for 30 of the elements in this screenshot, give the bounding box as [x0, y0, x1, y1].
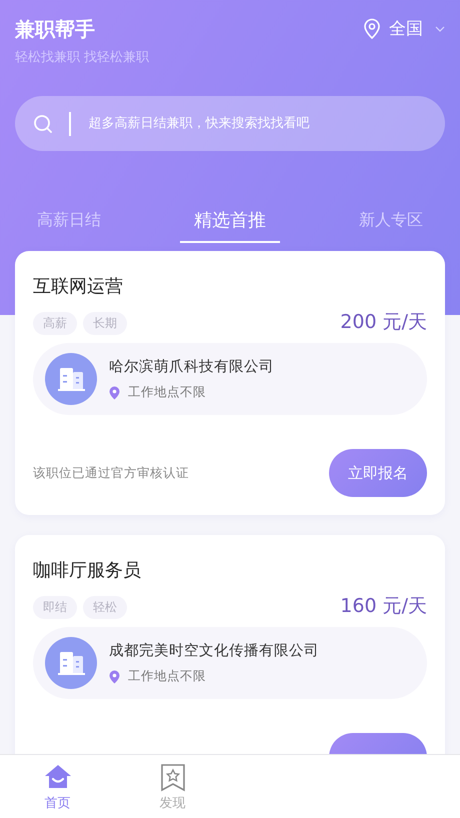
- location-pin-icon: [363, 18, 381, 40]
- category-tab[interactable]: 高薪日结: [23, 189, 115, 243]
- search-icon: [33, 114, 53, 134]
- job-tag: 高薪: [33, 312, 77, 335]
- company-name: 哈尔滨萌爪科技有限公司: [109, 358, 274, 376]
- building-icon: [45, 353, 97, 405]
- nav-tab[interactable]: 发现: [115, 755, 230, 818]
- pay-rate: 200 元/天: [340, 310, 427, 335]
- verified-note: 该职位已通过官方审核认证: [33, 464, 189, 482]
- search-field[interactable]: 超多高薪日结兼职，快来搜索找找看吧: [86, 115, 427, 132]
- app-title: 兼职帮手: [15, 16, 96, 42]
- category-tab[interactable]: 新人专区: [345, 189, 437, 243]
- pay-rate: 160 元/天: [340, 594, 427, 619]
- category-tab[interactable]: 精选首推: [180, 189, 280, 243]
- company-name: 成都完美时空文化传播有限公司: [109, 642, 319, 660]
- job-tag: 即结: [33, 596, 77, 619]
- job-tag: 轻松: [83, 596, 127, 619]
- location-selector[interactable]: 全国: [363, 17, 445, 40]
- job-title: 咖啡厅服务员: [33, 559, 142, 583]
- location-pin-icon: [109, 670, 120, 684]
- location-pin-icon: [109, 386, 120, 400]
- job-title: 互联网运营: [33, 275, 124, 299]
- apply-button[interactable]: 立即报名: [329, 449, 427, 497]
- nav-tab[interactable]: 首页: [0, 755, 115, 818]
- building-icon: [45, 637, 97, 689]
- job-tag: 长期: [83, 312, 127, 335]
- app-subtitle: 轻松找兼职 找轻松兼职: [15, 49, 150, 66]
- work-location: 工作地点不限: [128, 384, 206, 401]
- work-location: 工作地点不限: [128, 668, 206, 685]
- chevron-down-icon: [435, 26, 445, 32]
